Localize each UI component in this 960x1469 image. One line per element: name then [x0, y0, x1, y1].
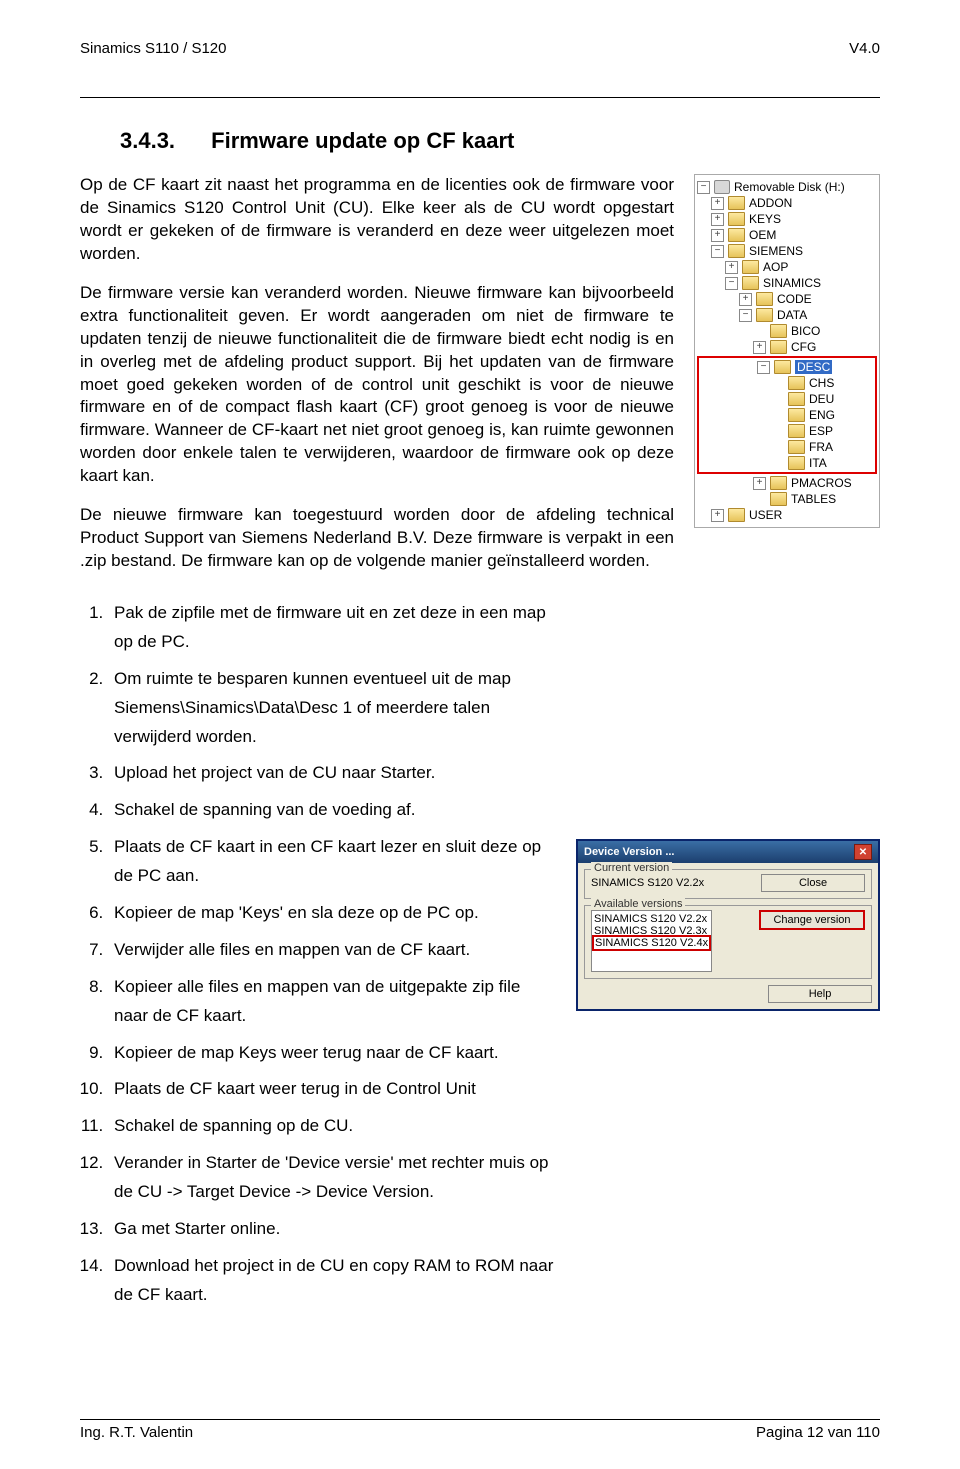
folder-icon — [742, 260, 759, 274]
paragraph-2: De firmware versie kan veranderd worden.… — [80, 282, 674, 488]
step-13: Ga met Starter online. — [108, 1215, 556, 1244]
tree-node-tables[interactable]: TABLES — [697, 491, 877, 507]
current-version-label: Current version — [591, 862, 672, 874]
step-12: Verander in Starter de 'Device versie' m… — [108, 1149, 556, 1207]
page-header: Sinamics S110 / S120 V4.0 — [80, 40, 880, 98]
tree-node-siemens[interactable]: −SIEMENS — [697, 243, 877, 259]
folder-icon — [728, 244, 745, 258]
version-option[interactable]: SINAMICS S120 V2.4x — [594, 937, 709, 949]
tree-node-sinamics[interactable]: −SINAMICS — [697, 275, 877, 291]
tree-node-code[interactable]: +CODE — [697, 291, 877, 307]
section-number: 3.4.3. — [120, 128, 175, 153]
header-rule — [80, 97, 880, 98]
folder-icon — [756, 308, 773, 322]
tree-node-oem[interactable]: +OEM — [697, 227, 877, 243]
folder-icon — [728, 196, 745, 210]
page-footer: Ing. R.T. Valentin Pagina 12 van 110 — [80, 1419, 880, 1441]
folder-icon — [770, 324, 787, 338]
header-right: V4.0 — [849, 40, 880, 57]
folder-icon — [728, 508, 745, 522]
tree-node-data[interactable]: −DATA — [697, 307, 877, 323]
paragraph-3: De nieuwe firmware kan toegestuurd worde… — [80, 504, 674, 573]
footer-left: Ing. R.T. Valentin — [80, 1424, 193, 1441]
version-option[interactable]: SINAMICS S120 V2.3x — [594, 925, 709, 937]
dialog-title-text: Device Version ... — [584, 846, 675, 858]
tree-node-addon[interactable]: +ADDON — [697, 195, 877, 211]
tree-node-cfg[interactable]: +CFG — [697, 339, 877, 355]
footer-rule — [80, 1419, 880, 1420]
change-version-button[interactable]: Change version — [759, 910, 865, 930]
folder-icon — [788, 392, 805, 406]
step-2: Om ruimte te besparen kunnen eventueel u… — [108, 665, 556, 752]
tree-node-bico[interactable]: BICO — [697, 323, 877, 339]
step-7: Verwijder alle files en mappen van de CF… — [108, 936, 556, 965]
folder-icon — [742, 276, 759, 290]
close-button[interactable]: Close — [761, 874, 865, 892]
body-text: Op de CF kaart zit naast het programma e… — [80, 174, 674, 589]
folder-icon — [788, 408, 805, 422]
tree-node-pmacros[interactable]: +PMACROS — [697, 475, 877, 491]
tree-node-eng[interactable]: ENG — [701, 407, 873, 423]
available-versions-label: Available versions — [591, 898, 685, 910]
section-heading: 3.4.3. Firmware update op CF kaart — [120, 128, 880, 154]
version-option[interactable]: SINAMICS S120 V2.2x — [594, 913, 709, 925]
folder-icon — [774, 360, 791, 374]
current-version-value: SINAMICS S120 V2.2x — [591, 877, 704, 889]
tree-node-aop[interactable]: +AOP — [697, 259, 877, 275]
folder-icon — [788, 440, 805, 454]
folder-icon — [770, 492, 787, 506]
footer-right: Pagina 12 van 110 — [756, 1424, 880, 1441]
tree-node-keys[interactable]: +KEYS — [697, 211, 877, 227]
tree-node-ita[interactable]: ITA — [701, 455, 873, 471]
folder-icon — [788, 376, 805, 390]
tree-node-esp[interactable]: ESP — [701, 423, 873, 439]
tree-node-chs[interactable]: CHS — [701, 375, 873, 391]
header-left: Sinamics S110 / S120 — [80, 40, 226, 57]
tree-node-desc[interactable]: −DESC — [701, 359, 873, 375]
folder-icon — [770, 340, 787, 354]
folder-icon — [788, 456, 805, 470]
available-versions-list[interactable]: SINAMICS S120 V2.2xSINAMICS S120 V2.3xSI… — [591, 910, 712, 972]
tree-node-deu[interactable]: DEU — [701, 391, 873, 407]
close-icon[interactable]: ✕ — [854, 844, 872, 860]
step-3: Upload het project van de CU naar Starte… — [108, 759, 556, 788]
step-14: Download het project in de CU en copy RA… — [108, 1252, 556, 1310]
steps-list: Pak de zipfile met de firmware uit en ze… — [80, 599, 556, 1318]
tree-root[interactable]: −Removable Disk (H:) — [697, 179, 877, 195]
dialog-titlebar: Device Version ... ✕ — [578, 841, 878, 863]
step-9: Kopieer de map Keys weer terug naar de C… — [108, 1039, 556, 1068]
step-10: Plaats de CF kaart weer terug in de Cont… — [108, 1075, 556, 1104]
step-4: Schakel de spanning van de voeding af. — [108, 796, 556, 825]
section-title: Firmware update op CF kaart — [211, 128, 514, 153]
help-button[interactable]: Help — [768, 985, 872, 1003]
folder-icon — [756, 292, 773, 306]
step-5: Plaats de CF kaart in een CF kaart lezer… — [108, 833, 556, 891]
step-8: Kopieer alle files en mappen van de uitg… — [108, 973, 556, 1031]
folder-icon — [728, 228, 745, 242]
tree-node-fra[interactable]: FRA — [701, 439, 873, 455]
folder-icon — [728, 212, 745, 226]
tree-node-user[interactable]: +USER — [697, 507, 877, 523]
disk-icon — [714, 180, 730, 194]
step-11: Schakel de spanning op de CU. — [108, 1112, 556, 1141]
folder-icon — [788, 424, 805, 438]
folder-icon — [770, 476, 787, 490]
device-version-dialog: Device Version ... ✕ Current version SIN… — [576, 839, 880, 1011]
step-6: Kopieer de map 'Keys' en sla deze op de … — [108, 899, 556, 928]
folder-tree: −Removable Disk (H:)+ADDON+KEYS+OEM−SIEM… — [694, 174, 880, 528]
paragraph-1: Op de CF kaart zit naast het programma e… — [80, 174, 674, 266]
step-1: Pak de zipfile met de firmware uit en ze… — [108, 599, 556, 657]
